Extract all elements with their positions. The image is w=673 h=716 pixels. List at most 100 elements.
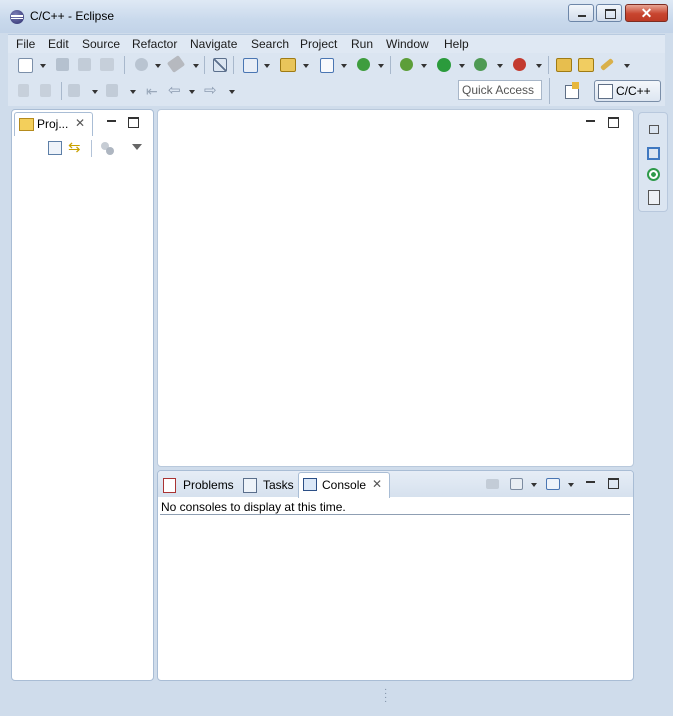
- display-console-dropdown-icon[interactable]: [531, 483, 537, 487]
- tab-tasks[interactable]: Tasks: [263, 478, 294, 492]
- display-console-icon[interactable]: [510, 478, 523, 490]
- maximize-console-icon[interactable]: [608, 478, 619, 489]
- outline-icon[interactable]: [647, 147, 660, 160]
- console-divider: [160, 514, 630, 515]
- menu-edit[interactable]: Edit: [48, 37, 69, 51]
- menu-project[interactable]: Project: [300, 37, 337, 51]
- minimize-console-icon[interactable]: [585, 477, 596, 488]
- quick-access-input[interactable]: Quick Access: [458, 80, 542, 100]
- close-icon: ✕: [640, 5, 653, 21]
- filter-icon[interactable]: [101, 142, 115, 155]
- run-dropdown-icon[interactable]: [459, 64, 465, 68]
- maximize-window-button[interactable]: [596, 4, 622, 22]
- minimize-editor-icon[interactable]: [585, 116, 596, 127]
- new-dropdown-icon[interactable]: [40, 64, 46, 68]
- class-dropdown-icon[interactable]: [378, 64, 384, 68]
- external-tools-icon[interactable]: [513, 58, 526, 71]
- build-dropdown-icon[interactable]: [155, 64, 161, 68]
- previous-annotation-dropdown-icon[interactable]: [130, 90, 136, 94]
- new-folder-icon[interactable]: [280, 58, 296, 72]
- menu-search[interactable]: Search: [251, 37, 289, 51]
- minimize-icon: [578, 15, 586, 17]
- search-flashlight-icon[interactable]: [600, 58, 614, 71]
- next-annotation-icon[interactable]: [68, 84, 80, 97]
- menu-file[interactable]: File: [16, 37, 35, 51]
- perspective-cpp-button[interactable]: C/C++: [594, 80, 661, 102]
- view-toolbar-separator: [91, 140, 92, 157]
- last-edit-icon[interactable]: ⇤: [146, 84, 162, 100]
- open-folder-icon[interactable]: [578, 58, 594, 72]
- project-explorer-panel: [11, 109, 154, 681]
- save-all-icon[interactable]: [78, 58, 91, 71]
- editor-area[interactable]: [157, 109, 634, 467]
- open-console-dropdown-icon[interactable]: [568, 483, 574, 487]
- project-folder-icon: [19, 118, 34, 131]
- tab-project-explorer[interactable]: Proj... ✕: [14, 112, 93, 136]
- folder-dropdown-icon[interactable]: [303, 64, 309, 68]
- debug-icon[interactable]: [400, 58, 413, 71]
- maximize-view-icon[interactable]: [128, 117, 139, 128]
- print-icon[interactable]: [100, 58, 114, 71]
- build-settings-icon[interactable]: [135, 58, 148, 71]
- open-type-icon[interactable]: [556, 58, 572, 72]
- tab-problems[interactable]: Problems: [183, 478, 234, 492]
- build-hammer-icon[interactable]: [166, 55, 186, 73]
- perspective-label: C/C++: [616, 84, 651, 98]
- previous-annotation-icon[interactable]: [106, 84, 118, 97]
- next-annotation-dropdown-icon[interactable]: [92, 90, 98, 94]
- eclipse-logo-icon: [10, 10, 24, 24]
- menu-source[interactable]: Source: [82, 37, 120, 51]
- forward-dropdown-icon[interactable]: [229, 90, 235, 94]
- menu-bar: File Edit Source Refactor Navigate Searc…: [8, 34, 665, 53]
- minimize-window-button[interactable]: [568, 4, 594, 22]
- back-dropdown-icon[interactable]: [189, 90, 195, 94]
- show-whitespace-icon[interactable]: [40, 84, 51, 97]
- back-arrow-icon[interactable]: ⇦: [168, 83, 184, 99]
- console-empty-message: No consoles to display at this time.: [161, 500, 346, 514]
- forward-arrow-icon[interactable]: ⇨: [204, 83, 220, 99]
- close-tab-icon[interactable]: ✕: [75, 116, 85, 130]
- new-source-file-icon[interactable]: [320, 58, 334, 73]
- maximize-editor-icon[interactable]: [608, 117, 619, 128]
- external-tools-dropdown-icon[interactable]: [536, 64, 542, 68]
- menu-refactor[interactable]: Refactor: [132, 37, 177, 51]
- restore-icon[interactable]: [649, 125, 659, 134]
- tab-console-label: Console: [322, 478, 367, 492]
- make-target-icon[interactable]: [647, 168, 660, 181]
- tasks-icon: [243, 478, 257, 493]
- toolbar-separator: [390, 56, 391, 74]
- minimize-view-icon[interactable]: [106, 116, 117, 127]
- menu-run[interactable]: Run: [351, 37, 373, 51]
- search-dropdown-icon[interactable]: [624, 64, 630, 68]
- problems-icon: [163, 478, 176, 493]
- close-tab-icon[interactable]: ✕: [372, 477, 382, 491]
- status-bar-grip[interactable]: · · · ·: [384, 685, 387, 707]
- new-class-icon[interactable]: [357, 58, 370, 71]
- project-dropdown-icon[interactable]: [264, 64, 270, 68]
- run-icon[interactable]: [437, 58, 451, 72]
- profile-icon[interactable]: [474, 58, 487, 71]
- toolbar-separator: [124, 56, 125, 74]
- close-window-button[interactable]: ✕: [625, 4, 668, 22]
- new-cpp-project-icon[interactable]: [243, 58, 258, 73]
- cpp-perspective-icon: [598, 84, 613, 99]
- console-clear-icon[interactable]: [486, 479, 499, 489]
- view-menu-icon[interactable]: [132, 144, 142, 150]
- menu-window[interactable]: Window: [386, 37, 429, 51]
- menu-navigate[interactable]: Navigate: [190, 37, 237, 51]
- open-console-icon[interactable]: [546, 478, 560, 490]
- toolbar-separator: [549, 78, 550, 104]
- hammer-dropdown-icon[interactable]: [193, 64, 199, 68]
- source-dropdown-icon[interactable]: [341, 64, 347, 68]
- toggle-mark-occurrences-icon[interactable]: [18, 84, 29, 97]
- skip-breakpoints-icon[interactable]: [213, 58, 227, 72]
- save-icon[interactable]: [56, 58, 69, 71]
- new-file-icon[interactable]: [18, 58, 33, 73]
- link-with-editor-icon[interactable]: ⇆: [68, 140, 84, 156]
- task-list-icon[interactable]: [648, 190, 660, 205]
- profile-dropdown-icon[interactable]: [497, 64, 503, 68]
- menu-help[interactable]: Help: [444, 37, 469, 51]
- collapse-all-icon[interactable]: [48, 141, 62, 155]
- open-perspective-icon[interactable]: [563, 82, 581, 100]
- debug-dropdown-icon[interactable]: [421, 64, 427, 68]
